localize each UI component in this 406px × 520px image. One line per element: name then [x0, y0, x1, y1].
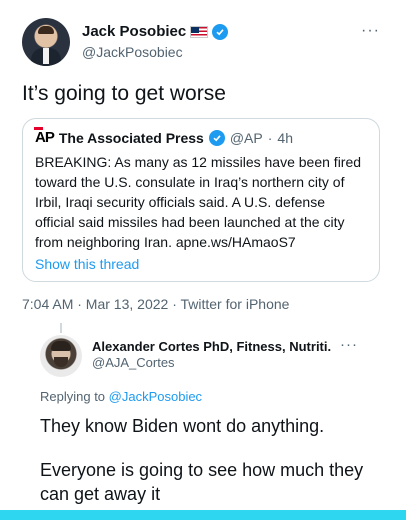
reply-author-handle[interactable]: @AJA_Cortes	[92, 355, 175, 370]
reply-author-name[interactable]: Alexander Cortes PhD, Fitness, Nutriti..…	[92, 339, 332, 354]
quoted-author-name: The Associated Press	[58, 129, 204, 146]
quoted-tweet-text: BREAKING: As many as 12 missiles have be…	[35, 154, 362, 250]
avatar-shirt	[43, 48, 49, 64]
reply-paragraph: They know Biden wont do anything.	[40, 416, 325, 436]
reply-avatar[interactable]	[40, 335, 82, 377]
author-name[interactable]: Jack Posobiec	[82, 23, 186, 40]
bottom-accent-bar	[0, 510, 406, 520]
reply-paragraph: Everyone is going to see how much they c…	[40, 460, 364, 504]
replying-to: Replying to @JackPosobiec	[40, 389, 202, 404]
tweet-text: It’s going to get worse	[22, 82, 226, 105]
show-thread-link[interactable]: Show this thread	[35, 256, 367, 272]
more-options-icon[interactable]: ···	[340, 336, 358, 353]
replying-prefix: Replying to	[40, 389, 109, 404]
quoted-tweet-card[interactable]: AP The Associated Press @AP · 4h BREAKIN…	[22, 118, 380, 282]
quoted-tweet-header: AP The Associated Press @AP · 4h	[34, 127, 367, 146]
author-name-row[interactable]: Jack Posobiec	[82, 23, 229, 40]
author-avatar[interactable]	[22, 18, 70, 66]
meta-separator: ·	[267, 129, 273, 146]
reply-text: They know Biden wont do anything. Everyo…	[40, 414, 380, 520]
author-handle[interactable]: @JackPosobiec	[82, 44, 183, 60]
verified-badge-icon	[212, 23, 229, 40]
avatar-beard	[54, 357, 68, 367]
reply-connector-line	[60, 323, 62, 333]
replying-mention-link[interactable]: @JackPosobiec	[109, 389, 202, 404]
quoted-author-handle: @AP	[229, 129, 263, 146]
avatar-hair	[51, 341, 71, 351]
us-flag-icon	[190, 25, 209, 38]
ap-logo-icon: AP	[34, 127, 55, 146]
tweet-timestamp[interactable]: 7:04 AM · Mar 13, 2022 · Twitter for iPh…	[22, 296, 289, 312]
verified-badge-icon	[208, 129, 225, 146]
more-options-icon[interactable]: ···	[361, 22, 380, 40]
avatar-hair	[38, 26, 54, 34]
tweet-screenshot: Jack Posobiec @JackPosobiec ··· It’s goi…	[0, 0, 406, 510]
quoted-time: 4h	[277, 129, 293, 146]
